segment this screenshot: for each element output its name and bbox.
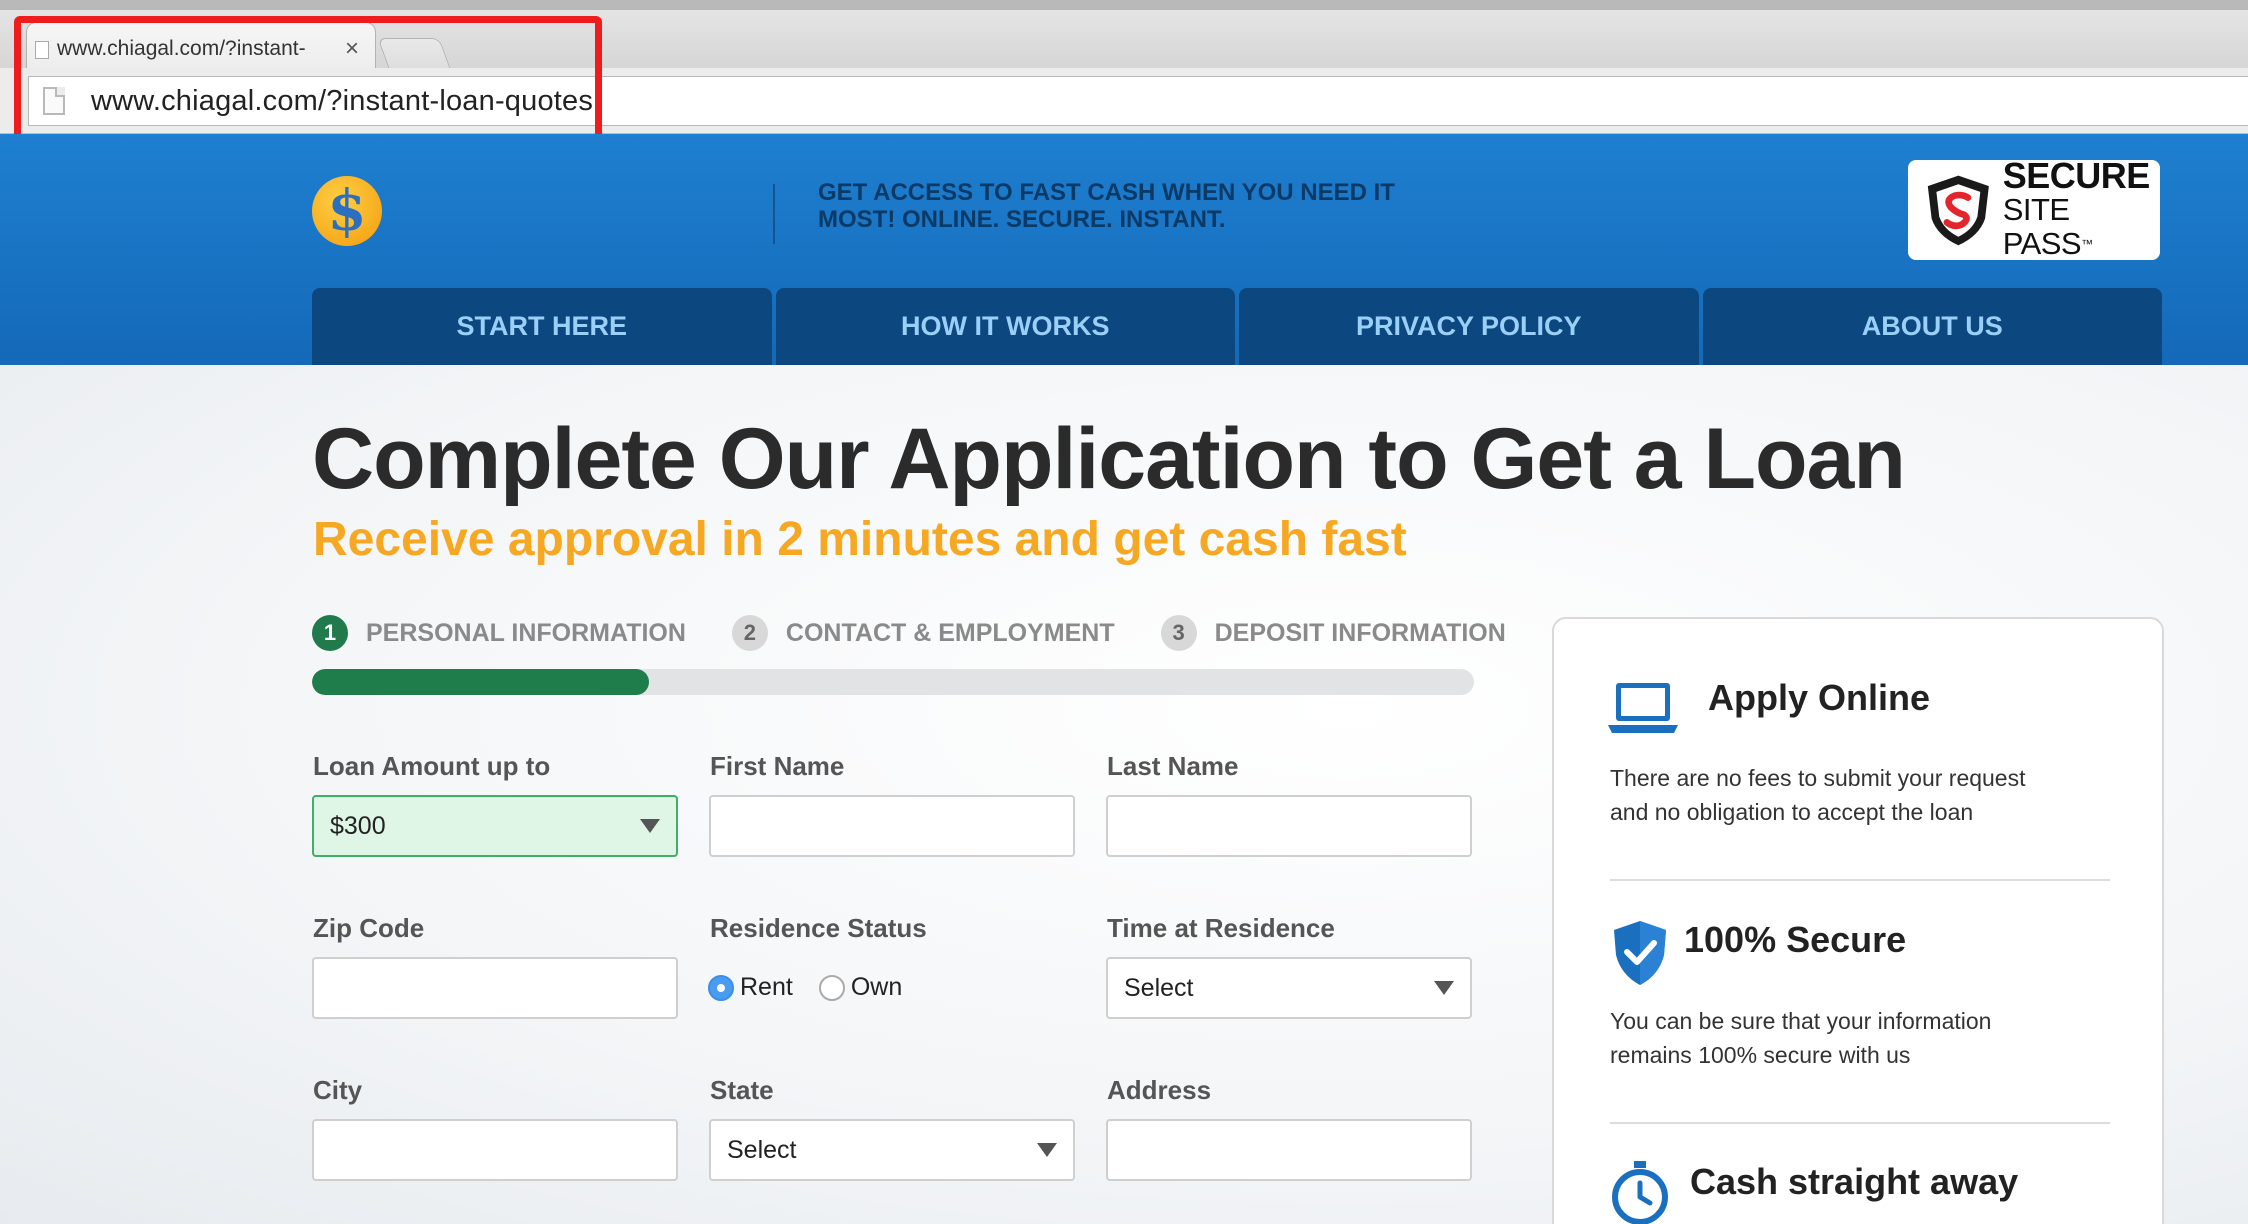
nav-about-us[interactable]: ABOUT US xyxy=(1702,288,2162,365)
loan-amount-value: $300 xyxy=(330,811,386,840)
step-personal-information: 1 PERSONAL INFORMATION xyxy=(312,615,686,651)
nav-how-it-works[interactable]: HOW IT WORKS xyxy=(775,288,1235,365)
residence-own-option[interactable]: Own xyxy=(818,973,903,1002)
state-label: State xyxy=(710,1075,774,1105)
main-nav: START HERE HOW IT WORKS PRIVACY POLICY A… xyxy=(312,288,2162,365)
url-highlight-annotation xyxy=(14,16,602,142)
feature-text-secure: You can be sure that your information re… xyxy=(1610,1008,1992,1068)
dollar-logo-icon[interactable]: $ xyxy=(312,176,382,246)
header-divider xyxy=(773,184,775,244)
nav-start-here[interactable]: START HERE xyxy=(312,288,772,365)
residence-status-label: Residence Status xyxy=(710,913,927,943)
last-name-label: Last Name xyxy=(1107,751,1239,781)
last-name-input[interactable] xyxy=(1106,795,1472,857)
step-contact-employment: 2 CONTACT & EMPLOYMENT xyxy=(731,615,1115,651)
progress-bar-fill xyxy=(312,669,649,695)
header-tagline: GET ACCESS TO FAST CASH WHEN YOU NEED IT… xyxy=(818,179,1395,233)
step-deposit-information: 3 DEPOSIT INFORMATION xyxy=(1160,615,1506,651)
radio-own[interactable] xyxy=(818,974,845,1001)
benefits-sidebar: Apply Online There are no fees to submit… xyxy=(1552,617,2164,1224)
logo-symbol: $ xyxy=(327,178,367,244)
shield-logo-icon xyxy=(1927,175,1989,246)
state-select[interactable]: Select xyxy=(709,1119,1075,1181)
loan-amount-select[interactable]: $300 xyxy=(312,795,678,857)
state-value: Select xyxy=(727,1135,797,1164)
chevron-down-icon xyxy=(1037,1143,1057,1157)
page-subtitle: Receive approval in 2 minutes and get ca… xyxy=(313,513,1407,566)
nav-privacy-policy[interactable]: PRIVACY POLICY xyxy=(1239,288,1699,365)
badge-line-1: SECURE xyxy=(2002,155,2151,196)
site-header: $ GET ACCESS TO FAST CASH WHEN YOU NEED … xyxy=(0,134,2248,365)
first-name-input[interactable] xyxy=(709,795,1075,857)
address-input[interactable] xyxy=(1106,1119,1472,1181)
trademark-symbol: ™ xyxy=(2081,237,2093,251)
step-label: PERSONAL INFORMATION xyxy=(366,618,686,647)
city-label: City xyxy=(313,1075,363,1105)
secure-site-pass-badge[interactable]: SECURE SITE PASS™ xyxy=(1908,155,2160,261)
residence-status-radio-group: Rent Own xyxy=(708,973,928,1002)
time-at-residence-value: Select xyxy=(1124,973,1194,1002)
step-label: CONTACT & EMPLOYMENT xyxy=(785,618,1115,647)
city-input[interactable] xyxy=(312,1119,678,1181)
loan-amount-label: Loan Amount up to xyxy=(313,751,551,781)
stopwatch-icon xyxy=(1612,1161,1668,1224)
page-title: Complete Our Application to Get a Loan xyxy=(312,411,1906,507)
radio-own-label: Own xyxy=(850,973,903,1001)
step-number: 3 xyxy=(1160,615,1197,651)
zip-code-label: Zip Code xyxy=(313,913,425,943)
time-at-residence-label: Time at Residence xyxy=(1107,913,1335,943)
radio-rent[interactable] xyxy=(708,974,734,1001)
laptop-icon xyxy=(1608,683,1678,733)
step-number: 2 xyxy=(731,615,768,651)
first-name-label: First Name xyxy=(710,751,845,781)
step-number: 1 xyxy=(312,615,348,651)
step-label: DEPOSIT INFORMATION xyxy=(1214,618,1506,647)
feature-title-secure: 100% Secure xyxy=(1684,919,1907,960)
residence-rent-option[interactable]: Rent xyxy=(708,973,793,1002)
time-at-residence-select[interactable]: Select xyxy=(1106,957,1472,1019)
chevron-down-icon xyxy=(1434,981,1454,995)
feature-text-apply-online: There are no fees to submit your request… xyxy=(1610,765,2026,825)
zip-code-input[interactable] xyxy=(312,957,678,1019)
badge-line-2: SITE PASS™ xyxy=(2003,193,2160,261)
shield-check-icon xyxy=(1614,921,1666,985)
badge-line-2-text: SITE PASS xyxy=(2002,192,2082,261)
feature-divider xyxy=(1610,1122,2110,1124)
badge-text: SECURE SITE PASS™ xyxy=(2002,155,2160,261)
application-steps: 1 PERSONAL INFORMATION 2 CONTACT & EMPLO… xyxy=(312,613,1552,653)
chevron-down-icon xyxy=(640,819,660,833)
feature-title-cash: Cash straight away xyxy=(1690,1161,2019,1202)
progress-bar xyxy=(312,669,1474,695)
address-label: Address xyxy=(1107,1075,1212,1105)
feature-title-apply-online: Apply Online xyxy=(1708,677,1931,718)
radio-rent-label: Rent xyxy=(740,973,793,1001)
feature-divider xyxy=(1610,879,2110,881)
